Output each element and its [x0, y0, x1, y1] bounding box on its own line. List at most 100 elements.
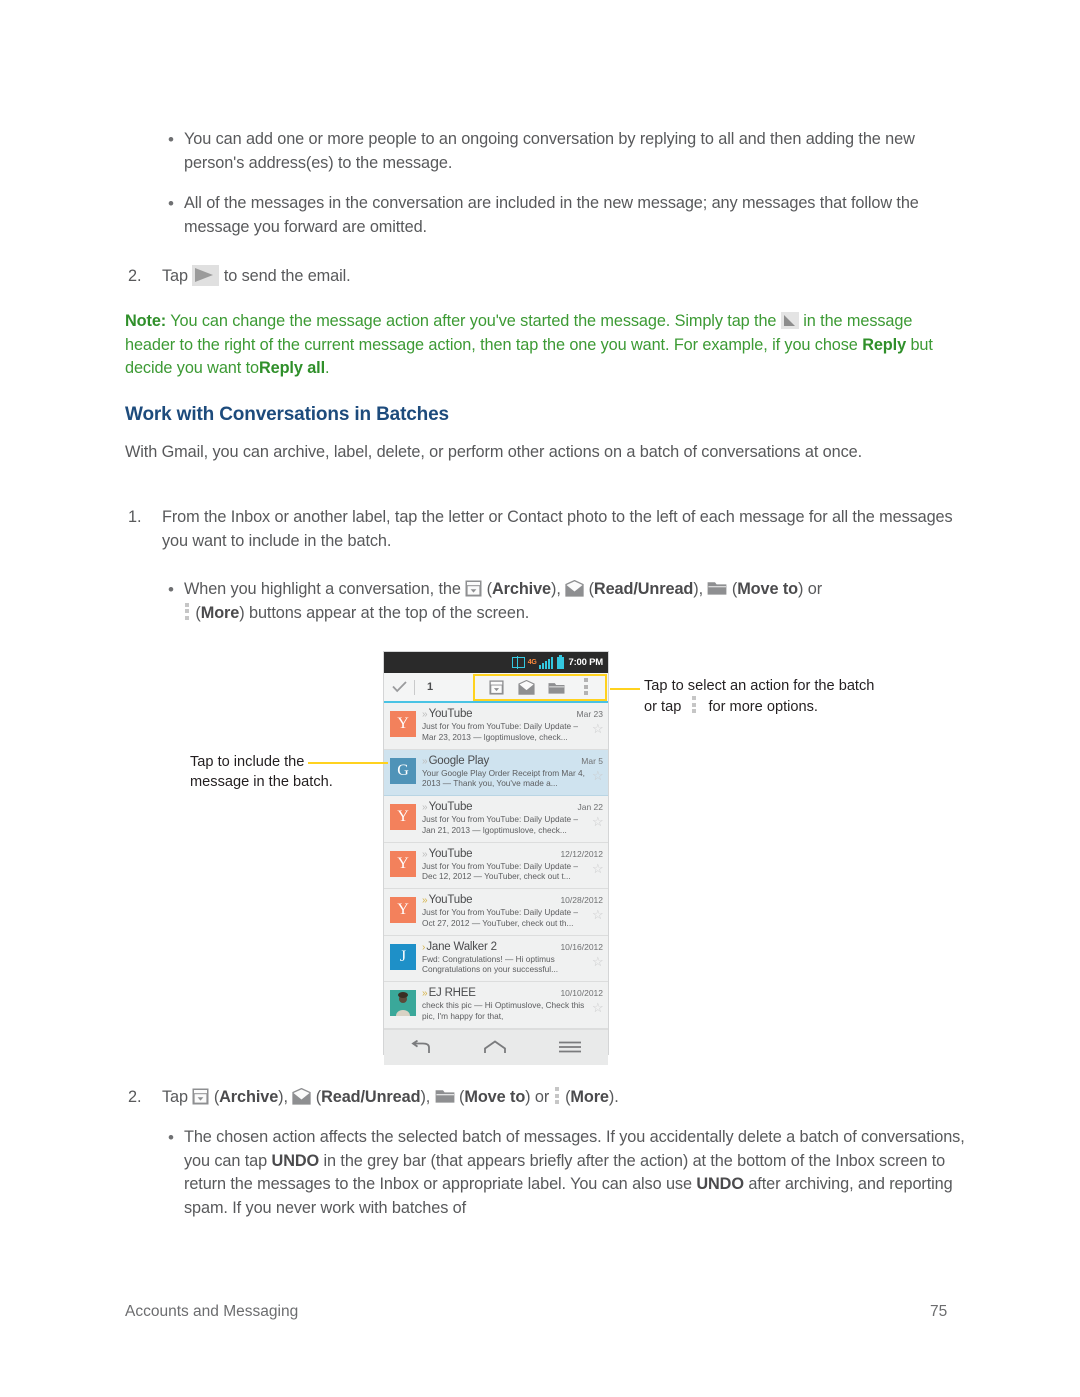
message-snippet: check this pic — Hi Optimuslove, Check t…: [422, 1000, 585, 1021]
network-type-label: 4G: [527, 659, 537, 666]
message-header-line: » YouTube 10/28/2012: [422, 894, 603, 906]
message-date: 10/10/2012: [560, 988, 603, 998]
message-row[interactable]: Y » YouTube 10/28/2012 Just for You from You…: [384, 889, 608, 936]
message-date: 12/12/2012: [560, 848, 603, 859]
star-icon[interactable]: ☆: [592, 955, 604, 968]
message-sender: Jane Walker 2: [426, 940, 497, 953]
avatar[interactable]: G: [390, 757, 416, 784]
message-header-line: » YouTube 12/12/2012: [422, 848, 603, 860]
status-time: 7:00 PM: [568, 657, 603, 668]
more-label: More: [200, 603, 240, 622]
archive-icon: [192, 1088, 209, 1105]
sim-card-icon: [511, 656, 525, 669]
bullet-text: The chosen action affects the selected b…: [184, 1126, 973, 1220]
undo-label: UNDO: [696, 1175, 744, 1193]
message-body: » YouTube 10/28/2012 Just for You from YouT…: [416, 894, 603, 928]
message-row[interactable]: » EJ RHEE 10/10/2012 check this pic — Hi Op…: [384, 982, 608, 1029]
avatar[interactable]: J: [390, 943, 416, 970]
star-icon[interactable]: ☆: [592, 1001, 604, 1014]
bullet-dot: •: [168, 1128, 174, 1147]
step-number: 2.: [128, 267, 142, 285]
home-button[interactable]: [483, 1040, 507, 1054]
avatar[interactable]: Y: [390, 897, 416, 923]
message-header-line: » EJ RHEE 10/10/2012: [422, 987, 603, 999]
more-button[interactable]: [571, 678, 601, 697]
battery-icon: [557, 654, 565, 669]
message-row[interactable]: J › Jane Walker 2 10/16/2012 Fwd: Congratula…: [384, 935, 608, 982]
message-sender: YouTube: [428, 894, 473, 906]
archive-label: Archive: [219, 1088, 279, 1106]
read-unread-label: Read/Unread: [321, 1088, 421, 1106]
star-icon[interactable]: ☆: [592, 815, 604, 828]
star-icon[interactable]: ☆: [592, 722, 604, 735]
chevron-icon: »: [422, 895, 427, 906]
star-icon[interactable]: ☆: [592, 769, 604, 782]
callout-left: Tap to include the message in the batch.: [190, 752, 385, 792]
action-buttons-group: [473, 674, 607, 701]
note-part4: .: [325, 359, 330, 377]
avatar[interactable]: Y: [390, 850, 416, 877]
callout-right-leader-line: [610, 688, 640, 690]
back-button[interactable]: [410, 1039, 432, 1055]
selected-count: 1: [427, 681, 434, 693]
footer-section-label: Accounts and Messaging: [125, 1303, 299, 1320]
numbered-step: 2. Tap to send the email.: [128, 265, 828, 289]
phone-action-bar: 1: [384, 673, 608, 703]
send-icon: [192, 265, 220, 286]
more-label: More: [570, 1088, 609, 1106]
callout-right-post: for more options.: [708, 699, 818, 715]
bullet-dot: •: [168, 130, 174, 149]
bullet-text: All of the messages in the conversation …: [184, 194, 919, 236]
list-item: • All of the messages in the conversatio…: [168, 192, 968, 239]
message-row[interactable]: Y » YouTube Jan 22 Just for You from YouTube…: [384, 796, 608, 843]
message-row[interactable]: G » Google Play Mar 5 Your Google Play Order…: [384, 749, 608, 796]
archive-icon: [465, 580, 482, 597]
message-body: » Google Play Mar 5 Your Google Play Order …: [416, 755, 603, 789]
step-text: Tap (Archive), (Read/Unread), (Move to) …: [162, 1087, 619, 1106]
signal-bars-icon: [539, 656, 554, 669]
chevron-icon: »: [422, 755, 427, 767]
message-header-line: » Google Play Mar 5: [422, 755, 603, 767]
bullet-or: or: [807, 580, 823, 598]
message-sender: YouTube: [428, 801, 473, 813]
message-list: Y» YouTube Mar 23 Just for You from YouTube…: [384, 703, 608, 1029]
note-label: Note:: [125, 312, 167, 330]
callout-right-line2: or tap for more options.: [644, 696, 954, 717]
chevron-icon: »: [422, 848, 427, 860]
message-date: 10/28/2012: [560, 895, 603, 905]
message-sender: YouTube: [428, 847, 473, 860]
message-row[interactable]: Y » YouTube 12/12/2012 Just for You from You…: [384, 842, 608, 889]
message-body: » YouTube 12/12/2012 Just for You from YouT…: [416, 848, 603, 882]
message-body: » EJ RHEE 10/10/2012 check this pic — Hi Op…: [416, 987, 603, 1021]
avatar[interactable]: Y: [390, 711, 416, 737]
intro-paragraph: With Gmail, you can archive, label, dele…: [125, 443, 863, 461]
move-to-button[interactable]: [541, 681, 571, 695]
phone-status-bar: 4G 7:00 PM: [384, 652, 608, 673]
message-header-line: » YouTube Jan 22: [422, 801, 603, 813]
more-vertical-icon: [691, 696, 698, 715]
chevron-icon: ›: [422, 941, 426, 953]
message-row[interactable]: Y » YouTube Mar 23 Just for You from YouTube…: [384, 703, 608, 750]
message-sender: EJ RHEE: [428, 987, 476, 999]
star-icon[interactable]: ☆: [592, 862, 604, 875]
message-date: Mar 5: [581, 755, 603, 766]
message-snippet: Just for You from YouTube: Daily Update …: [422, 814, 579, 835]
checkmark-icon[interactable]: [384, 681, 414, 693]
archive-button[interactable]: [481, 680, 511, 695]
read-unread-label: Read/Unread: [593, 580, 694, 598]
avatar[interactable]: [390, 990, 416, 1016]
bullet-text: You can add one or more people to an ong…: [184, 130, 915, 172]
message-body: » YouTube Mar 23 Just for You from YouTube:…: [416, 708, 603, 742]
message-snippet: Just for You from YouTube: Daily Update …: [422, 721, 579, 742]
callout-right: Tap to select an action for the batch or…: [644, 676, 954, 717]
menu-button[interactable]: [558, 1041, 582, 1053]
step-number: 2.: [128, 1088, 142, 1106]
step-pre: Tap: [162, 1088, 188, 1106]
undo-label: UNDO: [271, 1151, 320, 1170]
folder-icon: [707, 580, 727, 596]
note-bold-reply: Reply: [862, 335, 907, 354]
read-unread-button[interactable]: [511, 680, 541, 695]
more-vertical-icon: [583, 678, 590, 697]
star-icon[interactable]: ☆: [592, 908, 604, 921]
avatar[interactable]: Y: [390, 804, 416, 830]
